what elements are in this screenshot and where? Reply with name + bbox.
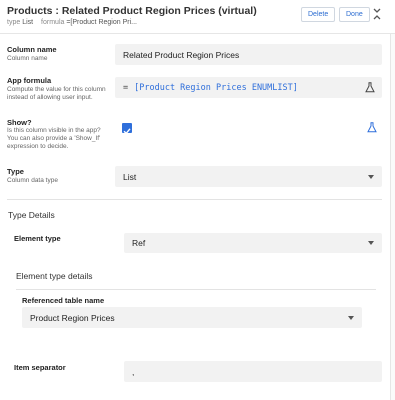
type-label: Type bbox=[7, 167, 24, 176]
chevron-down-icon bbox=[368, 241, 374, 245]
app-formula-sublabel: Compute the value for this column instea… bbox=[7, 86, 106, 101]
element-type-details-title: Element type details bbox=[16, 271, 93, 281]
column-name-input[interactable]: Related Product Region Prices bbox=[115, 44, 382, 65]
item-separator-value: , bbox=[132, 366, 135, 377]
delete-button[interactable]: Delete bbox=[301, 7, 336, 22]
app-formula-input[interactable]: = [Product Region Prices ENUMLIST] bbox=[115, 77, 382, 98]
element-type-value: Ref bbox=[132, 238, 146, 248]
flask-icon[interactable] bbox=[365, 82, 375, 93]
type-select[interactable]: List bbox=[115, 166, 382, 187]
column-meta: type List formula =[Product Region Pri..… bbox=[7, 19, 143, 26]
collapse-icon[interactable] bbox=[372, 8, 382, 20]
show-checkbox[interactable] bbox=[122, 123, 132, 135]
page-title: Products : Related Product Region Prices… bbox=[7, 5, 257, 17]
item-separator-input[interactable]: , bbox=[124, 361, 382, 382]
divider bbox=[16, 289, 376, 290]
formula-meta-value: =[Product Region Pri... bbox=[66, 19, 137, 26]
chevron-down-icon bbox=[348, 315, 354, 320]
checkmark-icon bbox=[123, 128, 131, 135]
type-value: List bbox=[123, 171, 137, 182]
formula-prefix: = bbox=[123, 82, 129, 93]
app-formula-label: App formula bbox=[7, 76, 52, 85]
show-label: Show? bbox=[7, 118, 32, 127]
app-formula-value: [Product Region Prices ENUMLIST] bbox=[134, 82, 298, 93]
editor-header: Products : Related Product Region Prices… bbox=[0, 0, 395, 34]
scrollbar[interactable] bbox=[391, 34, 395, 400]
item-separator-label: Item separator bbox=[14, 363, 66, 372]
element-type-select[interactable]: Ref bbox=[124, 233, 382, 253]
column-name-value: Related Product Region Prices bbox=[123, 49, 240, 60]
type-meta-value: List bbox=[22, 19, 34, 26]
formula-meta-label: formula bbox=[41, 19, 65, 26]
referenced-table-select[interactable]: Product Region Prices bbox=[22, 307, 362, 328]
flask-icon[interactable] bbox=[367, 122, 377, 133]
done-button[interactable]: Done bbox=[339, 7, 370, 22]
type-sublabel: Column data type bbox=[7, 177, 58, 184]
referenced-table-label: Referenced table name bbox=[22, 296, 105, 305]
show-sublabel: Is this column visible in the app? You c… bbox=[7, 127, 101, 150]
referenced-table-value: Product Region Prices bbox=[30, 312, 115, 323]
chevron-down-icon bbox=[368, 174, 374, 179]
type-meta-label: type bbox=[7, 19, 21, 26]
column-name-sublabel: Column name bbox=[7, 55, 48, 62]
divider bbox=[7, 199, 382, 200]
type-details-title: Type Details bbox=[8, 210, 55, 220]
element-type-label: Element type bbox=[14, 234, 61, 243]
column-name-label: Column name bbox=[7, 45, 57, 54]
